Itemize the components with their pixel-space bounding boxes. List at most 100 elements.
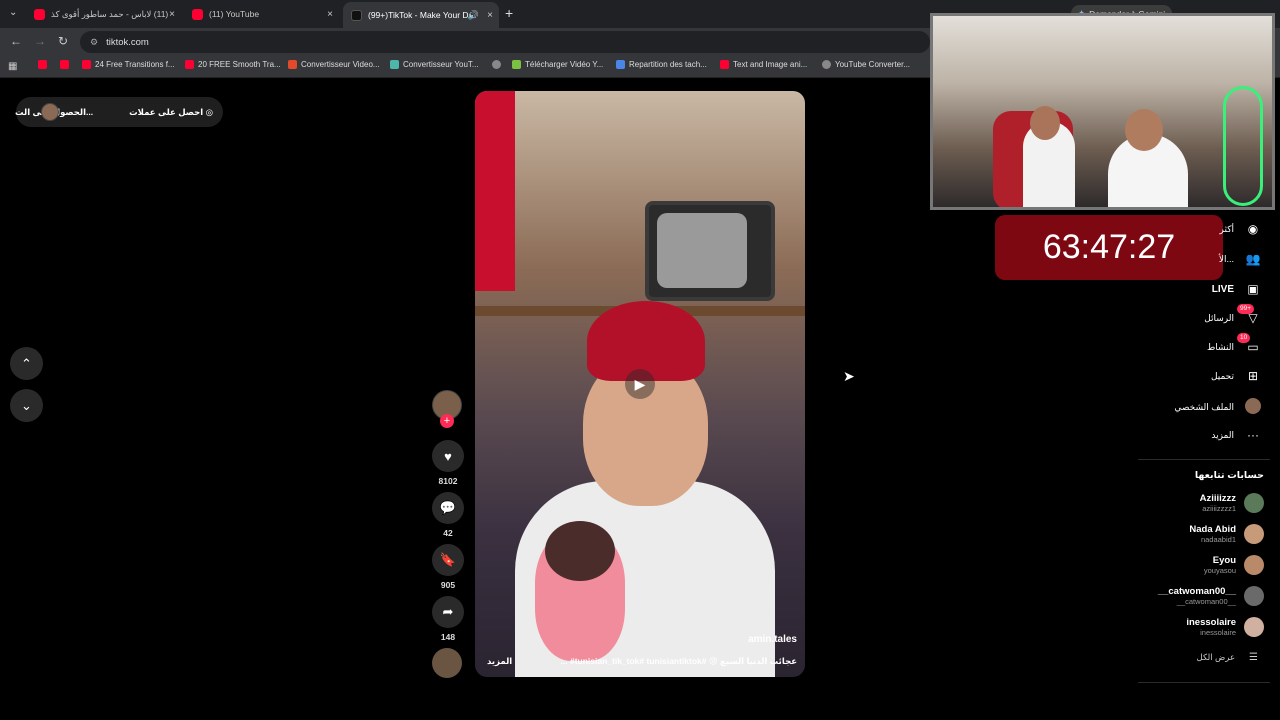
download-favicon-icon	[512, 60, 521, 69]
webcam-overlay	[930, 13, 1275, 210]
bookmark-item[interactable]: YouTube Converter...	[822, 60, 910, 69]
bookmark-item[interactable]: Repartition des tach...	[616, 60, 707, 69]
converter-favicon-icon	[390, 60, 399, 69]
sound-disc-icon[interactable]	[432, 648, 462, 678]
following-account[interactable]: Nada Abid nadaabid1	[1189, 524, 1264, 544]
divider	[1138, 682, 1270, 683]
live-icon: ▣	[1247, 282, 1259, 296]
video-caption: عجائب الدنيا السبع 😝 #tunisian_tik_tok# …	[560, 656, 798, 666]
avatar	[1244, 493, 1264, 513]
activity-icon: ▭ 10	[1237, 333, 1264, 354]
avatar	[1244, 555, 1264, 575]
sidebar-item-live[interactable]: LIVE ▣	[1212, 282, 1264, 296]
bookmark-label: YouTube Converter...	[835, 60, 911, 69]
save-button[interactable]: 🔖	[432, 544, 464, 576]
sidebar-item-label: الرسائل	[1204, 312, 1234, 323]
tiktok-favicon-icon	[351, 9, 362, 21]
play-icon[interactable]: ▶	[625, 369, 655, 399]
account-name: Aziiiizzz	[1199, 493, 1236, 504]
bookmark-youtube-2[interactable]	[60, 60, 73, 69]
account-name: inessolaire	[1186, 617, 1236, 628]
activity-badge: 10	[1237, 333, 1251, 343]
see-all-button[interactable]: عرض الكل ☰	[1197, 652, 1258, 663]
site-info-icon[interactable]: ⚙	[90, 37, 98, 48]
video-author[interactable]: amin.tales	[748, 634, 797, 645]
bookmark-item[interactable]: Convertisseur YouT...	[390, 60, 479, 69]
bookmark-item[interactable]: Convertisseur Video...	[288, 60, 380, 69]
caption-more-link[interactable]: المزيد	[487, 656, 512, 667]
account-name: __catwoman00__	[1157, 586, 1236, 597]
account-user: inessolaire	[1200, 628, 1236, 637]
bookmark-label: Text and Image ani...	[733, 60, 808, 69]
comment-button[interactable]: 💬	[432, 492, 464, 524]
get-coins-label: احصل على عملات	[129, 106, 204, 117]
list-icon: ☰	[1249, 652, 1258, 663]
back-arrow-icon[interactable]: ←	[10, 34, 22, 48]
close-tab-icon[interactable]: ×	[487, 10, 493, 21]
sidebar-item-label: أكثر	[1219, 223, 1234, 234]
sidebar-item-messages[interactable]: الرسائل ▽ 99+	[1204, 304, 1264, 325]
sidebar-item-profile[interactable]: الملف الشخصي	[1174, 398, 1264, 417]
bookmark-label: Télécharger Vidéo Y...	[525, 60, 604, 69]
account-name: Nada Abid	[1189, 524, 1236, 535]
upload-icon: ⊞	[1247, 369, 1259, 383]
sidebar-item-label: الأ...	[1218, 253, 1234, 264]
more-icon: ···	[1247, 428, 1259, 442]
sidebar-item-explore[interactable]: أكثر ◉	[1220, 222, 1264, 236]
bookmark-item[interactable]: 24 Free Transitions f...	[82, 60, 175, 69]
forward-arrow-icon[interactable]: →	[34, 34, 46, 48]
following-account[interactable]: inessolaire inessolaire	[1186, 617, 1264, 637]
account-user: aziiiizzzz1	[1202, 504, 1236, 513]
sidebar-item-activity[interactable]: النشاط ▭ 10	[1207, 333, 1264, 354]
avatar[interactable]	[41, 103, 59, 121]
youtube-favicon-icon	[34, 8, 45, 20]
close-tab-icon[interactable]: ×	[169, 9, 175, 20]
bookmark-globe[interactable]	[492, 60, 505, 69]
following-account[interactable]: __catwoman00__ __catwoman00__	[1158, 586, 1264, 606]
follow-plus-icon[interactable]: +	[440, 414, 454, 428]
following-title: حسابات تتابعها	[1194, 470, 1264, 481]
stream-timer: 63:47:27	[995, 215, 1223, 280]
bookmark-label: Convertisseur YouT...	[403, 60, 479, 69]
following-account[interactable]: Eyou youyasou	[1204, 555, 1264, 575]
sidebar-item-label: الملف الشخصي	[1174, 402, 1234, 412]
youtube-favicon-icon	[82, 60, 91, 69]
sidebar-item-upload[interactable]: تحميل ⊞	[1211, 369, 1264, 383]
bookmark-label: Repartition des tach...	[629, 60, 707, 69]
tab-search-icon[interactable]: ⌄	[9, 7, 17, 18]
close-tab-icon[interactable]: ×	[327, 9, 333, 20]
chevron-up-icon: ⌃	[21, 355, 32, 371]
url-input[interactable]: ⚙ tiktok.com	[80, 31, 930, 53]
tab-youtube-video[interactable]: (11) لاباس - حمد ساطور أقوى كذ ×	[26, 3, 181, 25]
account-user: __catwoman00__	[1176, 597, 1236, 606]
video-player[interactable]: ▶ amin.tales عجائب الدنيا السبع 😝 #tunis…	[475, 91, 805, 677]
sidebar-item-friends[interactable]: الأ... 👥	[1219, 252, 1264, 266]
like-button[interactable]: ♥	[432, 440, 464, 472]
bookmark-item[interactable]: 20 FREE Smooth Tra...	[185, 60, 281, 69]
new-tab-button[interactable]: +	[505, 5, 513, 21]
reload-icon[interactable]: ↻	[58, 34, 68, 48]
avatar	[1244, 586, 1264, 606]
sidebar-item-label: تحميل	[1210, 370, 1234, 381]
person-hat	[587, 301, 705, 381]
share-arrow-icon: ➦	[442, 604, 454, 619]
account-user: youyasou	[1203, 566, 1236, 575]
bookmark-youtube-1[interactable]	[38, 60, 51, 69]
bookmark-label: 20 FREE Smooth Tra...	[198, 60, 281, 69]
youtube-favicon-icon	[38, 60, 47, 69]
previous-video-button[interactable]: ⌃	[10, 347, 43, 380]
tab-youtube[interactable]: (11) YouTube ×	[184, 3, 339, 25]
bookmark-label: Convertisseur Video...	[301, 60, 380, 69]
account-name: Eyou	[1212, 555, 1236, 566]
tab-tiktok[interactable]: (99+)TikTok - Make Your Da 🔊 ×	[343, 2, 499, 28]
bookmark-item[interactable]: Télécharger Vidéo Y...	[512, 60, 603, 69]
sidebar-item-more[interactable]: المزيد ···	[1211, 428, 1264, 442]
get-coins-button[interactable]: احصل على عملات ◎	[111, 107, 213, 118]
audio-playing-icon[interactable]: 🔊	[468, 10, 479, 21]
next-video-button[interactable]: ⌄	[10, 389, 43, 422]
apps-grid-icon[interactable]: ▦	[8, 61, 17, 72]
share-button[interactable]: ➦	[432, 596, 464, 628]
following-account[interactable]: Aziiiizzz aziiiizzzz1	[1200, 493, 1264, 513]
avatar	[1244, 524, 1264, 544]
bookmark-item[interactable]: Text and Image ani...	[720, 60, 807, 69]
